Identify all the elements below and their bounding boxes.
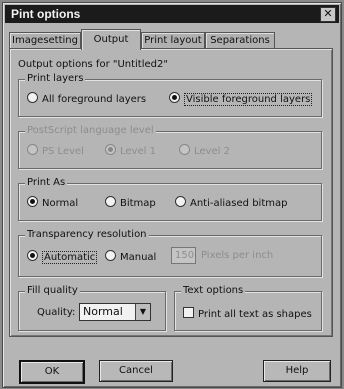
print-layers-group: Print layers All foreground layers Visib… [18,73,322,117]
radio-icon [105,196,116,207]
radio-visible-foreground-layers[interactable]: Visible foreground layers [169,92,313,106]
postscript-level-group: PostScript language level PS Level Level… [18,125,322,169]
output-tab-panel: Output options for "Untitled2" Print lay… [9,48,333,337]
quality-select-value: Normal [83,305,123,318]
transparency-resolution-group: Transparency resolution Automatic Manual… [18,229,322,277]
radio-bitmap[interactable]: Bitmap [105,196,156,209]
quality-select[interactable]: Normal ▼ [79,303,151,321]
print-text-as-shapes-checkbox[interactable]: Print all text as shapes [183,307,312,320]
checkbox-icon [183,307,194,318]
print-as-legend: Print As [25,177,68,188]
fill-quality-group: Fill quality Quality: Normal ▼ [18,285,166,331]
radio-automatic[interactable]: Automatic [27,250,98,264]
radio-ps-level[interactable]: PS Level [27,144,84,157]
radio-selected-icon [27,196,38,207]
radio-manual[interactable]: Manual [105,250,156,263]
tab-output[interactable]: Output [81,29,141,50]
chevron-down-icon[interactable]: ▼ [135,304,150,320]
radio-selected-icon [105,144,116,155]
radio-selected-icon [27,250,38,261]
radio-icon [27,144,38,155]
resolution-input[interactable]: 150 [171,247,196,264]
tab-imagesetting[interactable]: Imagesetting [9,32,81,49]
radio-all-foreground-layers[interactable]: All foreground layers [27,92,146,105]
text-options-legend: Text options [181,285,246,296]
transparency-resolution-legend: Transparency resolution [25,229,149,240]
quality-label: Quality: [37,307,76,318]
tab-separations[interactable]: Separations [205,32,275,49]
ok-button[interactable]: OK [19,360,85,384]
print-layers-legend: Print layers [25,73,86,84]
radio-icon [105,250,116,261]
resolution-unit-label: Pixels per inch [201,250,274,261]
radio-icon [175,196,186,207]
print-as-group: Print As Normal Bitmap Anti-aliased bitm… [18,177,322,221]
radio-normal[interactable]: Normal [27,196,78,209]
print-options-dialog: Pint options ✕ Imagesetting Output Print… [2,2,342,388]
title-bar: Pint options ✕ [5,5,339,23]
help-button[interactable]: Help [263,360,331,382]
radio-level-2[interactable]: Level 2 [179,144,230,157]
dialog-title: Pint options [11,7,81,21]
tab-strip: Imagesetting Output Print layout Separat… [9,29,339,50]
output-options-heading: Output options for "Untitled2" [18,59,168,70]
text-options-group: Text options Print all text as shapes [174,285,322,331]
postscript-level-legend: PostScript language level [25,125,156,136]
radio-selected-icon [169,92,180,103]
close-icon[interactable]: ✕ [320,7,336,22]
radio-level-1[interactable]: Level 1 [105,144,156,157]
radio-icon [27,92,38,103]
cancel-button[interactable]: Cancel [99,360,173,382]
fill-quality-legend: Fill quality [25,285,80,296]
radio-anti-aliased-bitmap[interactable]: Anti-aliased bitmap [175,196,287,209]
radio-icon [179,144,190,155]
tab-print-layout[interactable]: Print layout [141,32,205,49]
